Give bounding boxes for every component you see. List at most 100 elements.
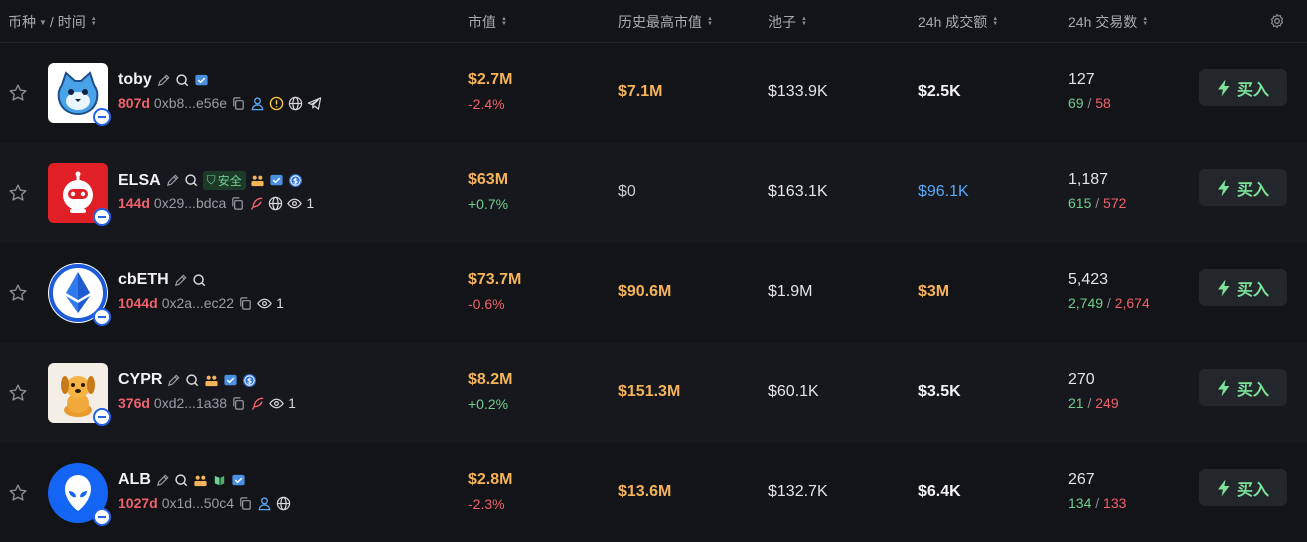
- search-icon[interactable]: [192, 273, 207, 288]
- buy-label: 买入: [1236, 81, 1269, 99]
- token-address[interactable]: 0x1d...50c4: [162, 495, 234, 511]
- caret-down-icon: ▼: [39, 17, 47, 27]
- star-icon[interactable]: [8, 183, 28, 203]
- edit-icon[interactable]: [166, 373, 181, 388]
- token-age: 1027d: [118, 495, 158, 511]
- holders-icon: [204, 373, 219, 388]
- star-icon[interactable]: [8, 483, 28, 503]
- table-row[interactable]: toby 807d 0xb8...e56e $2.7M -2.4% $7.1M …: [0, 43, 1307, 143]
- table-row[interactable]: ALB 1027d 0x1d...50c4 $2.8M -2.3% $13.6M…: [0, 443, 1307, 542]
- telegram-icon[interactable]: [307, 96, 322, 111]
- col-coin-header[interactable]: 币种 ▼ / 时间 ▲ ▼: [8, 12, 97, 32]
- ath-market-cap: $7.1M: [618, 83, 663, 100]
- copy-icon[interactable]: [230, 196, 245, 211]
- buy-button[interactable]: 买入: [1199, 269, 1287, 306]
- table-row[interactable]: cbETH 1044d 0x2a...ec22 1 $73.7M -0.6% $…: [0, 243, 1307, 343]
- chain-badge-icon: [93, 208, 111, 226]
- col-mcap-header[interactable]: 市值 ▲ ▼: [468, 12, 507, 32]
- buy-button[interactable]: 买入: [1199, 169, 1287, 206]
- copy-icon[interactable]: [238, 496, 253, 511]
- token-name-text: cbETH: [118, 271, 169, 288]
- pool-liquidity: $60.1K: [768, 383, 819, 400]
- col-txs-header[interactable]: 24h 交易数 ▲ ▼: [1068, 12, 1148, 32]
- globe-icon[interactable]: [268, 196, 283, 211]
- price-change: -2.4%: [468, 96, 505, 112]
- chain-badge-icon: [93, 408, 111, 426]
- star-icon[interactable]: [8, 83, 28, 103]
- volume-24h: $6.4K: [918, 483, 961, 500]
- edit-icon[interactable]: [173, 273, 188, 288]
- table-row[interactable]: CYPR 376d 0xd2...1a38 1 $8.2M +0.2% $151…: [0, 343, 1307, 443]
- token-address[interactable]: 0xd2...1a38: [154, 395, 227, 411]
- feather-icon[interactable]: [250, 396, 265, 411]
- market-cap: $2.7M: [468, 71, 513, 88]
- token-address[interactable]: 0xb8...e56e: [154, 95, 227, 111]
- token-address[interactable]: 0x29...bdca: [154, 195, 226, 211]
- buy-button[interactable]: 买入: [1199, 369, 1287, 406]
- copy-icon[interactable]: [238, 296, 253, 311]
- sort-icon[interactable]: ▲ ▼: [801, 16, 807, 27]
- safe-badge[interactable]: ⛉ 安全: [202, 171, 246, 190]
- search-icon[interactable]: [175, 73, 190, 88]
- copy-icon[interactable]: [231, 396, 246, 411]
- col-volume-header[interactable]: 24h 成交额 ▲ ▼: [918, 12, 998, 32]
- verified-tag-icon: [269, 173, 284, 188]
- buys: 21: [1068, 395, 1084, 411]
- feather-icon[interactable]: [249, 196, 264, 211]
- sort-icon[interactable]: ▲ ▼: [501, 16, 507, 27]
- pool-liquidity: $1.9M: [768, 283, 813, 300]
- edit-icon[interactable]: [155, 473, 170, 488]
- col-ath-header[interactable]: 历史最高市值 ▲ ▼: [618, 12, 713, 32]
- globe-icon[interactable]: [276, 496, 291, 511]
- lightning-icon: [1217, 279, 1231, 297]
- star-icon[interactable]: [8, 383, 28, 403]
- col-ath-label: 历史最高市值: [618, 14, 702, 30]
- token-age: 1044d: [118, 295, 158, 311]
- search-icon[interactable]: [185, 373, 200, 388]
- tx-count: 267: [1068, 471, 1095, 488]
- star-icon[interactable]: [8, 283, 28, 303]
- sort-icon[interactable]: ▲ ▼: [91, 16, 97, 27]
- copy-icon[interactable]: [231, 96, 246, 111]
- holders-icon: [193, 473, 208, 488]
- table-row[interactable]: ELSA ⛉ 安全 144d 0x29...bdca 1 $63M +0.7% $…: [0, 143, 1307, 243]
- search-icon[interactable]: [184, 173, 199, 188]
- ath-market-cap: $13.6M: [618, 483, 672, 500]
- token-age: 807d: [118, 95, 150, 111]
- token-address[interactable]: 0x2a...ec22: [162, 295, 234, 311]
- search-icon[interactable]: [174, 473, 189, 488]
- price-change: +0.2%: [468, 396, 509, 412]
- sort-icon[interactable]: ▲ ▼: [707, 16, 713, 27]
- buy-label: 买入: [1236, 181, 1269, 199]
- gear-icon[interactable]: [1269, 13, 1285, 29]
- token-name[interactable]: toby: [118, 71, 209, 89]
- col-pool-header[interactable]: 池子 ▲ ▼: [768, 12, 807, 32]
- volume-24h: $3M: [918, 283, 950, 300]
- token-name[interactable]: CYPR: [118, 371, 257, 389]
- verified-tag-icon: [231, 473, 246, 488]
- globe-icon[interactable]: [288, 96, 303, 111]
- edit-icon[interactable]: [165, 173, 180, 188]
- user-icon[interactable]: [250, 96, 265, 111]
- price-change: -2.3%: [468, 496, 505, 512]
- col-txs-label: 24h 交易数: [1068, 14, 1138, 30]
- buy-button[interactable]: 买入: [1199, 469, 1287, 506]
- token-name[interactable]: ALB: [118, 471, 246, 489]
- col-time-label[interactable]: / 时间: [50, 12, 86, 32]
- green-flag-icon: [212, 473, 227, 488]
- sort-icon[interactable]: ▲ ▼: [992, 16, 998, 27]
- token-name[interactable]: cbETH: [118, 271, 207, 289]
- token-name[interactable]: ELSA ⛉ 安全: [118, 171, 303, 190]
- buy-label: 买入: [1236, 481, 1269, 499]
- sells: 572: [1103, 195, 1127, 211]
- buy-button[interactable]: 买入: [1199, 69, 1287, 106]
- user-icon[interactable]: [257, 496, 272, 511]
- edit-icon[interactable]: [156, 73, 171, 88]
- buys: 69: [1068, 95, 1084, 111]
- volume-24h: $2.5K: [918, 83, 961, 100]
- price-change: -0.6%: [468, 296, 505, 312]
- sort-icon[interactable]: ▲ ▼: [1142, 16, 1148, 27]
- eye-icon: [269, 396, 284, 411]
- holders-icon: [250, 173, 265, 188]
- warning-icon[interactable]: [269, 96, 284, 111]
